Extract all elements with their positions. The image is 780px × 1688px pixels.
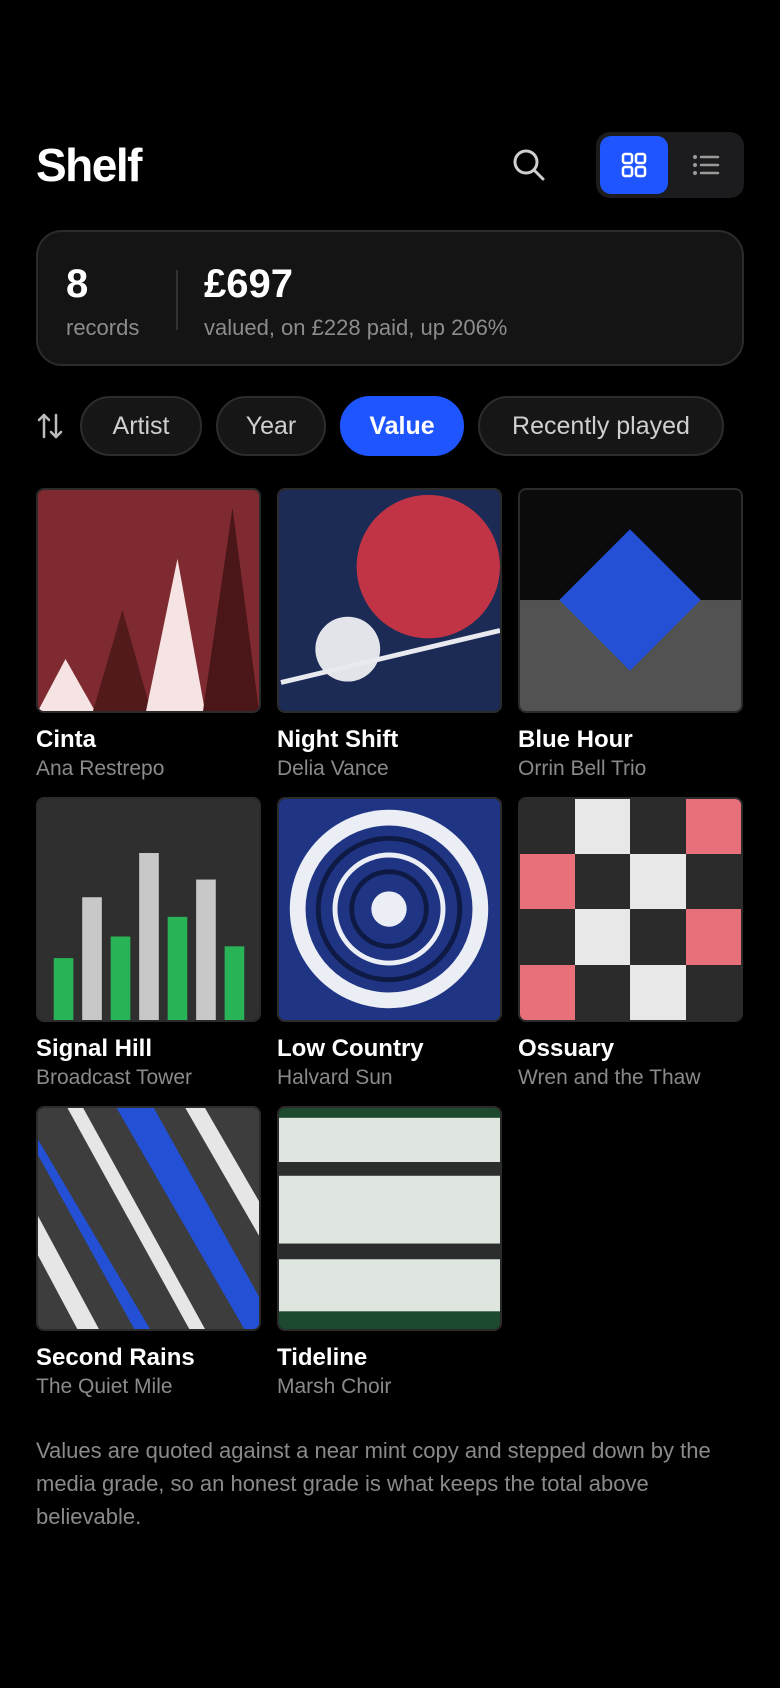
record-artist: Delia Vance	[277, 757, 389, 780]
collection-summary-card: 8 records £697 valued, on £228 paid, up …	[36, 230, 744, 366]
valuation-footnote: Values are quoted against a near mint co…	[36, 1438, 711, 1529]
record-tile[interactable]: Low Country Halvard Sun	[277, 797, 502, 1092]
album-cover	[277, 797, 502, 1022]
sort-chip-recently-played[interactable]: Recently played	[478, 396, 724, 456]
record-title: Tideline	[277, 1344, 368, 1371]
list-view-icon	[693, 155, 720, 175]
record-title: Signal Hill	[36, 1035, 153, 1062]
record-tile[interactable]: Ossuary Wren and the Thaw	[518, 797, 743, 1092]
record-tile[interactable]: Second Rains The Quiet Mile	[36, 1106, 261, 1401]
collection-value: £697	[204, 262, 293, 306]
record-tile[interactable]: Cinta Ana Restrepo	[36, 488, 261, 783]
collection-value-label: valued, on £228 paid, up 206%	[204, 315, 508, 340]
sort-chip-year[interactable]: Year	[216, 396, 326, 456]
record-tile[interactable]: Night Shift Delia Vance	[277, 488, 502, 783]
page-title: Shelf	[36, 139, 142, 191]
album-cover	[36, 797, 261, 1022]
record-title: Blue Hour	[518, 726, 633, 753]
view-toggle	[596, 132, 744, 198]
album-cover	[518, 797, 743, 1022]
sort-bar: Artist Year Value Recently played	[36, 396, 780, 456]
album-cover	[518, 488, 743, 713]
record-tile[interactable]: Blue Hour Orrin Bell Trio	[518, 488, 743, 783]
album-cover	[36, 1106, 261, 1331]
record-title: Second Rains	[36, 1344, 195, 1371]
record-title: Cinta	[36, 726, 96, 753]
album-cover	[277, 1106, 502, 1331]
record-artist: Marsh Choir	[277, 1375, 392, 1398]
summary-divider	[176, 270, 178, 330]
sort-icon[interactable]	[36, 412, 64, 440]
record-tile[interactable]: Signal Hill Broadcast Tower	[36, 797, 261, 1092]
record-tile[interactable]: Tideline Marsh Choir	[277, 1106, 502, 1401]
record-artist: Wren and the Thaw	[518, 1066, 701, 1089]
record-artist: Orrin Bell Trio	[518, 757, 647, 780]
record-artist: Halvard Sun	[277, 1066, 393, 1089]
app-header: Shelf	[36, 132, 744, 198]
album-cover	[277, 488, 502, 713]
album-cover	[36, 488, 261, 713]
record-title: Night Shift	[277, 726, 399, 753]
record-count: 8	[66, 262, 89, 306]
grid-view-button[interactable]	[600, 136, 668, 194]
list-view-button[interactable]	[672, 136, 740, 194]
sort-chip-value[interactable]: Value	[340, 396, 464, 456]
record-title: Ossuary	[518, 1035, 615, 1062]
record-artist: The Quiet Mile	[36, 1375, 173, 1398]
grid-view-icon	[621, 152, 647, 178]
sort-chip-artist[interactable]: Artist	[80, 396, 202, 456]
record-title: Low Country	[277, 1035, 424, 1062]
record-count-label: records	[66, 315, 140, 340]
search-icon	[513, 149, 545, 181]
search-button[interactable]	[504, 140, 554, 190]
record-artist: Broadcast Tower	[36, 1066, 193, 1089]
record-artist: Ana Restrepo	[36, 757, 165, 780]
